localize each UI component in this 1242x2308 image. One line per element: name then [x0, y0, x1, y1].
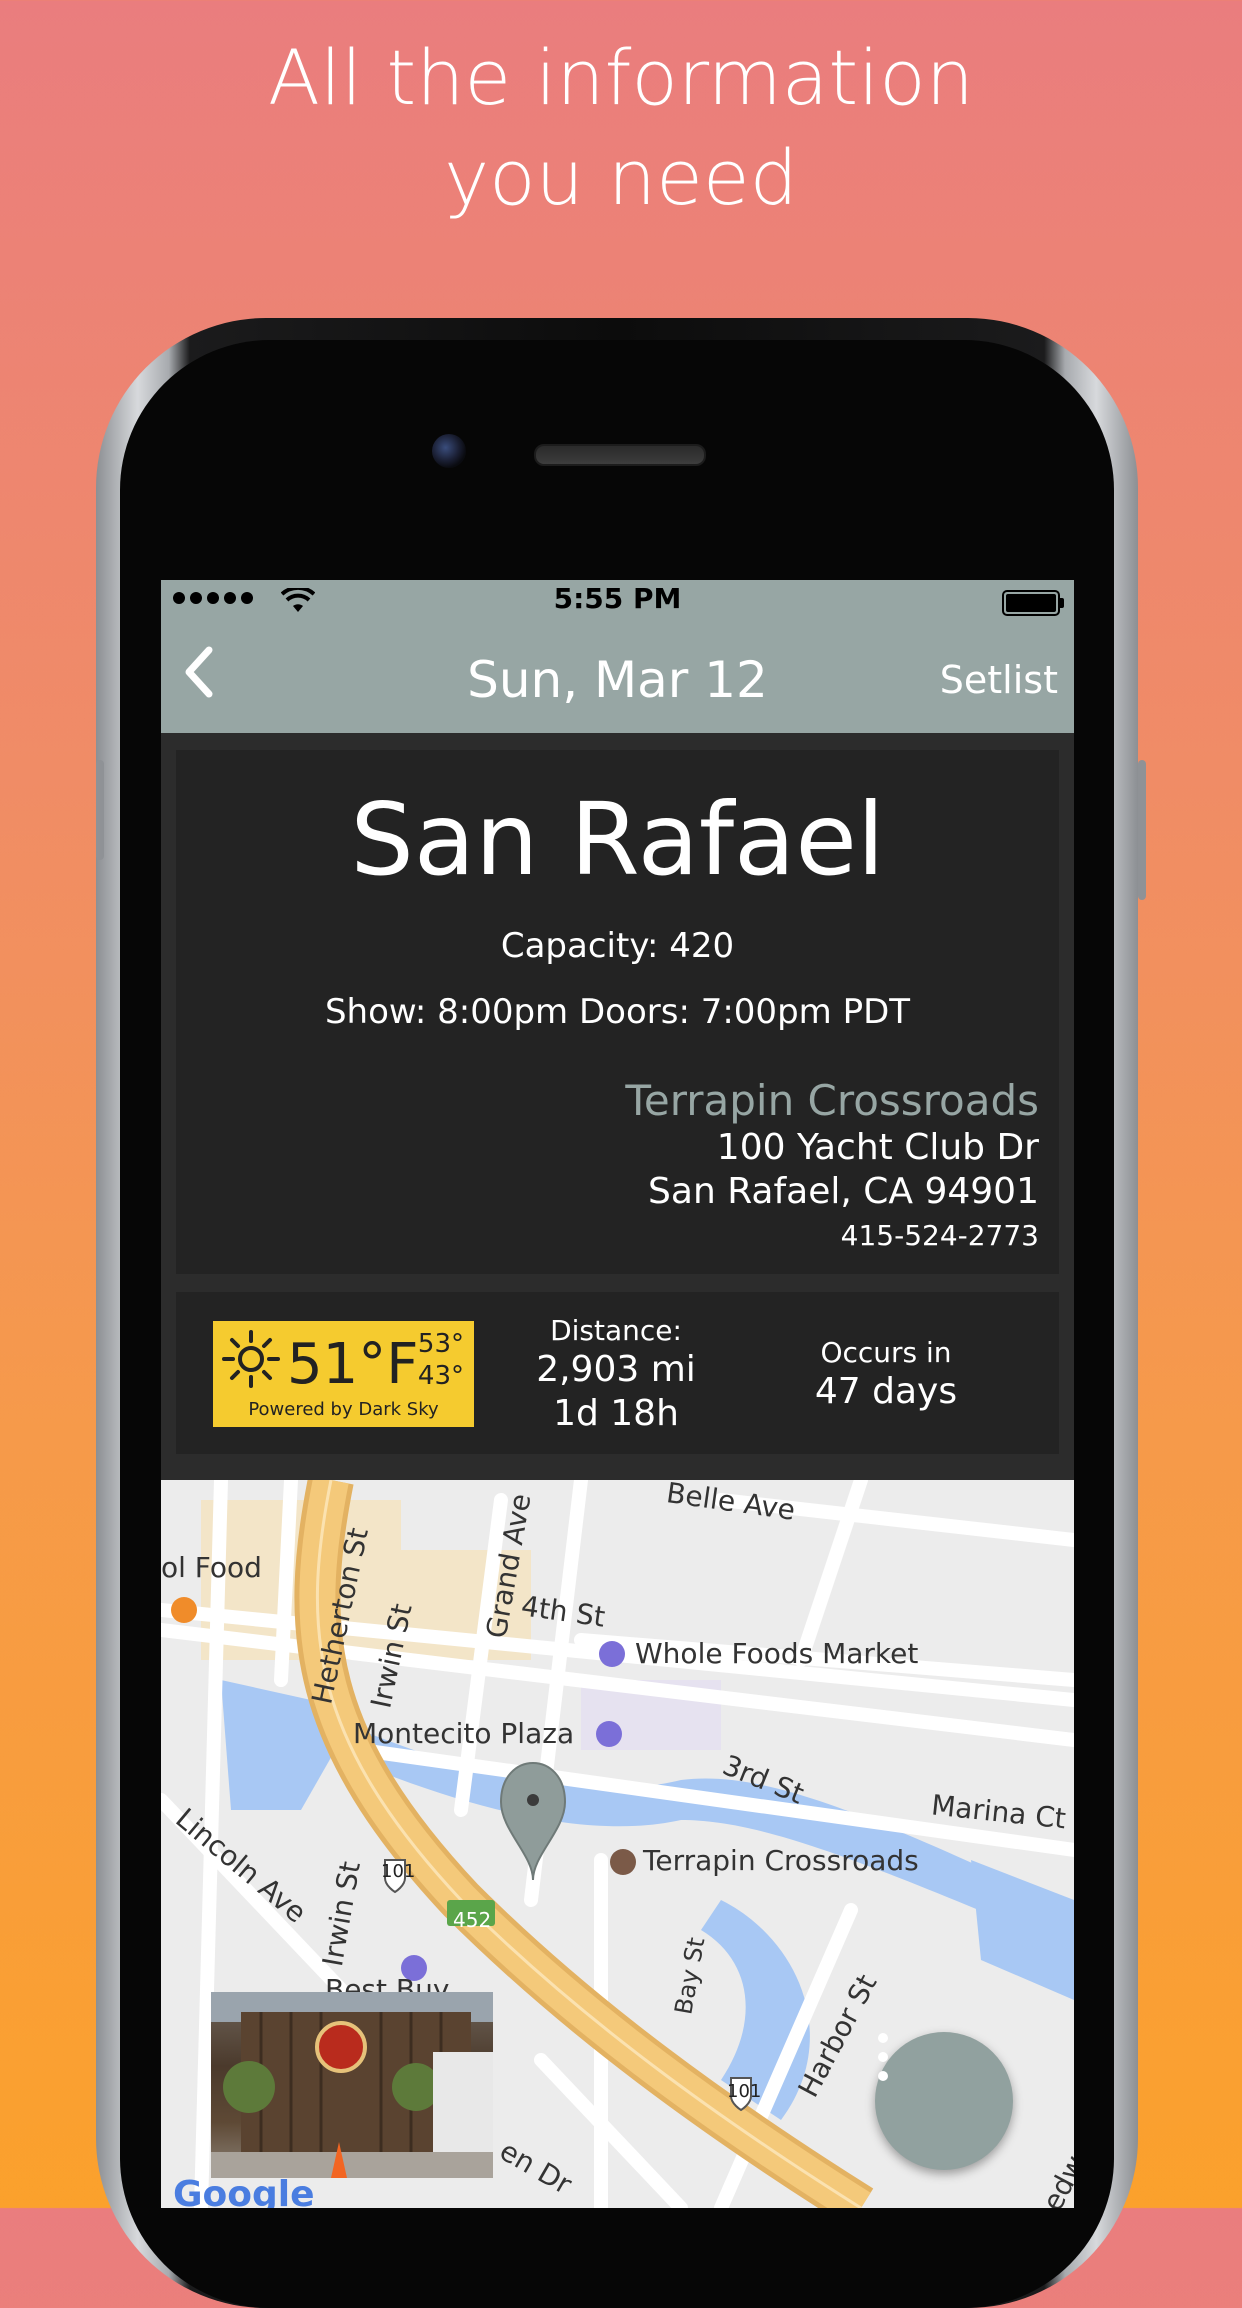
volume-button — [96, 760, 104, 860]
battery-icon — [1002, 590, 1064, 616]
headline-line1: All the information — [268, 33, 974, 122]
more-vertical-icon — [878, 2033, 888, 2081]
distance-block: Distance: 2,903 mi 1d 18h — [516, 1314, 716, 1436]
occurs-days: 47 days — [814, 1371, 958, 1412]
temp-low: 43° — [417, 1361, 464, 1391]
map-label-montecito-plaza: Montecito Plaza — [353, 1717, 575, 1750]
distance-label: Distance: — [550, 1314, 682, 1347]
temperature: 51°F — [287, 1332, 419, 1397]
powered-by-dark-sky: Powered by Dark Sky — [248, 1399, 439, 1420]
address-line2[interactable]: San Rafael, CA 94901 — [648, 1170, 1039, 1214]
weather-badge[interactable]: 51°F 53° 43° Powered by Dark Sky — [213, 1321, 474, 1427]
nav-bar: Sun, Mar 12 Setlist — [161, 622, 1074, 733]
highway-shield-452: 452 — [453, 1908, 492, 1932]
occurs-block: Occurs in 47 days — [776, 1336, 996, 1414]
venue-city: San Rafael — [350, 781, 885, 898]
app-screen: 5:55 PM Sun, Mar 12 Setlist San Rafael C… — [161, 580, 1074, 2208]
distance-miles: 2,903 mi — [536, 1349, 696, 1390]
map-label-whole-foods: Whole Foods Market — [635, 1637, 919, 1670]
venue-card: San Rafael Capacity: 420 Show: 8:00pm Do… — [176, 750, 1059, 1274]
status-bar: 5:55 PM — [161, 580, 1074, 622]
nav-title: Sun, Mar 12 — [467, 651, 768, 709]
setlist-button[interactable]: Setlist — [940, 658, 1058, 702]
distance-duration: 1d 18h — [553, 1393, 679, 1434]
temp-high: 53° — [417, 1329, 464, 1359]
capacity-text: Capacity: 420 — [500, 926, 735, 966]
showtimes-text: Show: 8:00pm Doors: 7:00pm PDT — [324, 992, 911, 1032]
venue-map[interactable]: Belle Ave ol Food Hetherton St Grand Ave… — [161, 1480, 1074, 2208]
info-card: 51°F 53° 43° Powered by Dark Sky Distanc… — [176, 1292, 1059, 1454]
sun-icon — [221, 1329, 281, 1403]
status-time: 5:55 PM — [553, 582, 682, 615]
headline: All the information you need — [0, 28, 1242, 228]
power-button — [1138, 760, 1146, 900]
google-logo: Google — [173, 2174, 315, 2208]
occurs-label: Occurs in — [820, 1336, 952, 1369]
address-line1[interactable]: 100 Yacht Club Dr — [717, 1126, 1039, 1170]
venue-photo[interactable] — [211, 1992, 493, 2178]
headline-line2: you need — [444, 133, 798, 222]
map-label-terrapin: Terrapin Crossroads — [643, 1844, 919, 1877]
earpiece-speaker — [534, 444, 706, 466]
venue-name-link[interactable]: Terrapin Crossroads — [625, 1076, 1039, 1126]
phone-number-link[interactable]: 415-524-2773 — [841, 1218, 1039, 1254]
front-camera — [432, 434, 466, 468]
highway-shield-101b: 101 — [727, 2081, 762, 2102]
map-label-ol-food: ol Food — [161, 1551, 262, 1584]
highway-shield-101: 101 — [381, 1861, 416, 1882]
map-menu-button[interactable] — [875, 2032, 1013, 2170]
